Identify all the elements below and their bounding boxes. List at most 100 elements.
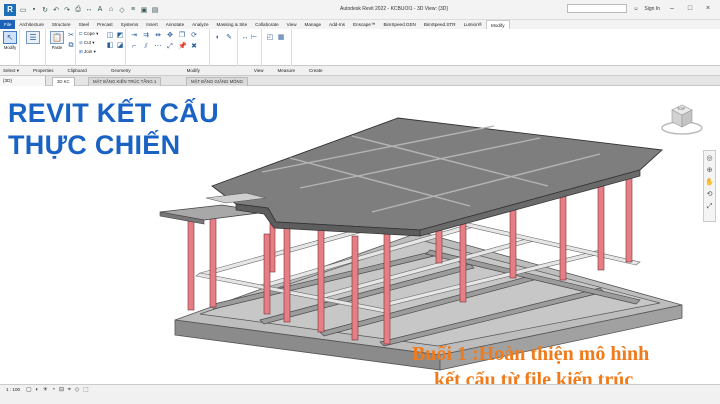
tab-modify[interactable]: Modify [486,20,510,29]
wall-joins-icon[interactable]: ◫ [106,32,114,40]
tab-view[interactable]: View [283,20,301,29]
cope-tool[interactable]: ⊏Cope ▾ [79,31,98,37]
sync-icon[interactable]: ↻ [41,6,49,14]
tab-steel[interactable]: Steel [75,20,93,29]
tab-systems[interactable]: Systems [117,20,143,29]
view-tab-floor-plan-architecture[interactable]: MẶT BẰNG KIẾN TRÚC TẦNG 1 [88,77,162,86]
zoom-extents-icon[interactable]: ⤢ [705,202,714,211]
override-icon[interactable]: ✎ [225,34,233,42]
pin-icon[interactable]: 📌 [178,43,187,51]
geometry-group-label: Geometry [110,68,131,73]
demolish-icon[interactable]: ◪ [116,42,124,50]
viewcube[interactable]: TOP [659,98,705,138]
thin-lines-icon[interactable]: ≡ [129,6,137,14]
create-assembly-icon[interactable]: ▦ [277,34,285,42]
measure-tool-icon[interactable]: ↔ [241,34,249,42]
close-button[interactable]: × [702,5,714,12]
split-face-icon[interactable]: ◩ [116,32,124,40]
overlay-subtitle-line-1: Buổi 1 :Hoàn thiện mô hình [412,343,650,365]
viewcube-icon [661,104,703,135]
title-right-controls: ☺ Sign In – □ × [567,4,714,13]
steering-wheel-icon[interactable]: ◎ [705,154,714,163]
tab-precast[interactable]: Precast [93,20,117,29]
orbit-icon[interactable]: ⟲ [705,190,714,199]
pan-icon[interactable]: ✋ [705,178,714,187]
section-icon[interactable]: ◇ [118,6,126,14]
view-scale[interactable]: 1 : 100 [6,387,20,392]
join-tool[interactable]: ⊞Join ▾ [79,49,96,55]
tab-architecture[interactable]: Architecture [15,20,48,29]
redo-icon[interactable]: ↷ [63,6,71,14]
array-icon[interactable]: ⋯ [154,43,162,51]
view-tab-grade-beam-plan[interactable]: MẶT BẰNG GIẰNG MÓNG [186,77,248,86]
delete-icon[interactable]: ✖ [190,43,198,51]
tab-analyze[interactable]: Analyze [188,20,212,29]
search-input[interactable] [567,4,628,13]
align-icon[interactable]: ⇥ [130,32,138,40]
undo-icon[interactable]: ↶ [52,6,60,14]
tab-bimspeed-gen[interactable]: BimSpeed.GEN [379,20,419,29]
properties-icon: ☰ [26,31,40,44]
select-dropdown[interactable]: Select ▾ [3,68,19,74]
window-title: Autodesk Revit 2022 - KCBUOI1 - 3D View:… [340,6,449,12]
tab-enscape[interactable]: Enscape™ [349,20,379,29]
tab-annotate[interactable]: Annotate [162,20,188,29]
tab-manage[interactable]: Manage [301,20,326,29]
options-bar: Select ▾ Properties Clipboard Geometry M… [0,66,720,76]
properties-palette-tab[interactable]: {3D} [0,76,46,86]
sign-in-link[interactable]: Sign In [644,6,660,12]
group-view: ◐ ✎ [210,29,238,66]
tab-collaborate[interactable]: Collaborate [251,20,283,29]
revit-window: R ▭ ▪ ↻ ↶ ↷ ⎙ ↔ A ⌂ ◇ ≡ ▣ ▤ Autodesk Rev… [0,0,720,404]
tab-massing-site[interactable]: Massing & Site [213,20,252,29]
properties-group-label: Properties [33,68,54,73]
create-group-label: Create [309,68,323,73]
view-control-icons[interactable]: ▢ ◐ ☀ ◔ ⊟ ⌖ ◇ ⬚ [26,386,90,394]
measure-icon[interactable]: ↔ [85,6,93,14]
zoom-icon[interactable]: ⊕ [705,166,714,175]
tab-bimspeed-str[interactable]: BimSpeed.STR [420,20,460,29]
cut-small-icon[interactable]: ✂ [67,32,75,40]
save-icon[interactable]: ▪ [30,6,38,14]
copy-icon[interactable]: ❐ [178,32,186,40]
split-icon[interactable]: ⫽ [142,43,150,51]
paste-label: Paste [51,45,63,50]
cut-tool[interactable]: ⊘Cut ▾ [79,40,95,46]
dimension-icon[interactable]: ⊢ [250,34,258,42]
mirror-axis-icon[interactable]: ⇹ [154,32,162,40]
copy-small-icon[interactable]: ⧉ [67,42,75,50]
tab-file[interactable]: File [0,20,16,29]
tab-insert[interactable]: Insert [142,20,162,29]
ribbon-panel: ↖ Modify ☰ 📋 Paste ✂ ⧉ ⊏Cope ▾ ⊘Cut ▾ ⊞J… [0,29,720,66]
quick-access-toolbar: R ▭ ▪ ↻ ↶ ↷ ⎙ ↔ A ⌂ ◇ ≡ ▣ ▤ [0,3,159,16]
tab-structure[interactable]: Structure [48,20,75,29]
user-icon[interactable]: ☺ [633,6,638,12]
modify-button[interactable]: ↖ Modify [1,31,19,53]
move-icon[interactable]: ✥ [166,32,174,40]
viewcube-face-label: TOP [677,106,686,111]
tab-add-ins[interactable]: Add-Ins [325,20,349,29]
hide-icon[interactable]: ◐ [214,34,222,42]
offset-icon[interactable]: ⇉ [142,32,150,40]
maximize-button[interactable]: □ [684,5,696,12]
revit-logo[interactable]: R [4,3,16,16]
create-parts-icon[interactable]: ◰ [266,34,274,42]
rotate-icon[interactable]: ⟳ [190,32,198,40]
print-icon[interactable]: ⎙ [74,6,82,14]
open-icon[interactable]: ▭ [19,6,27,14]
switch-windows-icon[interactable]: ▤ [151,6,159,14]
paste-button[interactable]: 📋 Paste [48,31,66,53]
drawing-area[interactable]: REVIT KẾT CẤU THỰC CHIẾN Buổi 1 :Hoàn th… [0,86,720,391]
view-tab-3d-kc[interactable]: 3D KC [52,77,75,86]
text-icon[interactable]: A [96,6,104,14]
3d-view-icon[interactable]: ⌂ [107,6,115,14]
close-hidden-icon[interactable]: ▣ [140,6,148,14]
status-bar: 1 : 100 ▢ ◐ ☀ ◔ ⊟ ⌖ ◇ ⬚ [0,384,720,404]
paint-icon[interactable]: ◧ [106,42,114,50]
trim-icon[interactable]: ⌐ [130,43,138,51]
minimize-button[interactable]: – [666,5,678,12]
tab-lumion[interactable]: Lumion® [460,20,486,29]
properties-button[interactable]: ☰ [24,31,42,53]
view-tab-strip: {3D} 3D KC MẶT BẰNG KIẾN TRÚC TẦNG 1 MẶT… [0,76,720,86]
scale-icon[interactable]: ⤢ [166,43,174,51]
